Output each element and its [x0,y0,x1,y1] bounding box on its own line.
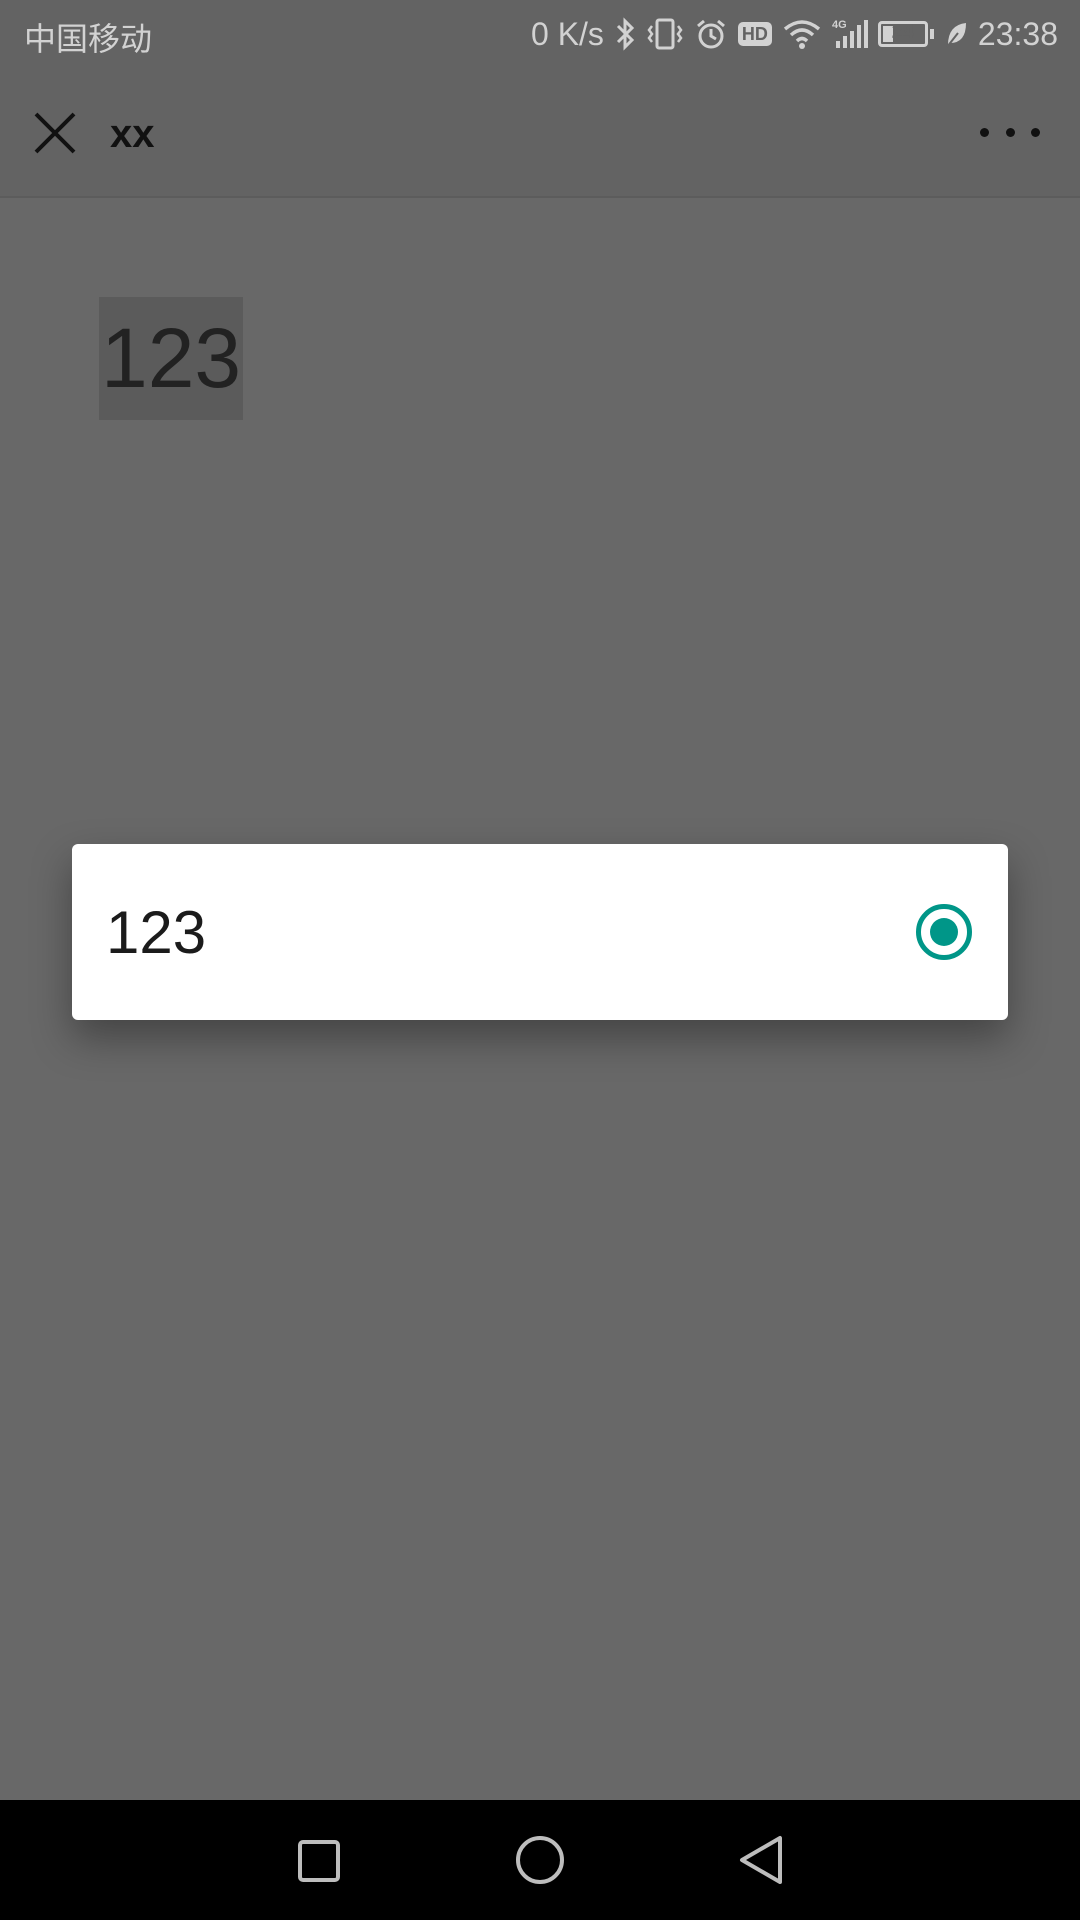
network-speed: 0 K/s [531,15,604,52]
title-bar: xx [0,68,1080,198]
clock: 23:38 [977,15,1058,52]
status-bar: 中国移动 0 K/s HD 4G 24 23:38 [0,0,1080,68]
hd-icon: HD [737,22,772,46]
dialog-option[interactable]: 123 [72,844,1008,1020]
bluetooth-icon [616,17,635,51]
page-title: xx [110,112,155,156]
radio-selected-icon[interactable] [916,904,972,960]
more-options-button[interactable] [980,120,1040,144]
close-icon[interactable] [30,108,80,158]
signal-4g-icon: 4G [832,19,868,48]
battery-icon: 24 [877,21,928,47]
system-navigation-bar [0,1800,1080,1920]
selection-dialog: 123 [72,844,1008,1020]
status-icons: 0 K/s HD 4G 24 23:38 [531,10,1058,58]
alarm-icon [696,19,725,49]
back-triangle-icon[interactable] [736,1834,786,1886]
dot [1031,127,1040,137]
svg-text:4G: 4G [832,19,847,31]
recents-square-icon[interactable] [296,1838,342,1884]
wifi-icon [783,20,821,49]
battery-level: 24 [891,21,915,43]
option-label: 123 [106,899,207,966]
dot [980,127,989,137]
vibrate-icon [647,18,683,50]
carrier-name: 中国移动 [24,21,153,57]
battery-tip [929,29,934,39]
power-saving-leaf-icon [946,23,966,48]
home-circle-icon[interactable] [514,1834,566,1886]
radio-dot [930,918,958,946]
dot [1005,127,1015,137]
selected-text[interactable]: 123 [99,297,244,420]
